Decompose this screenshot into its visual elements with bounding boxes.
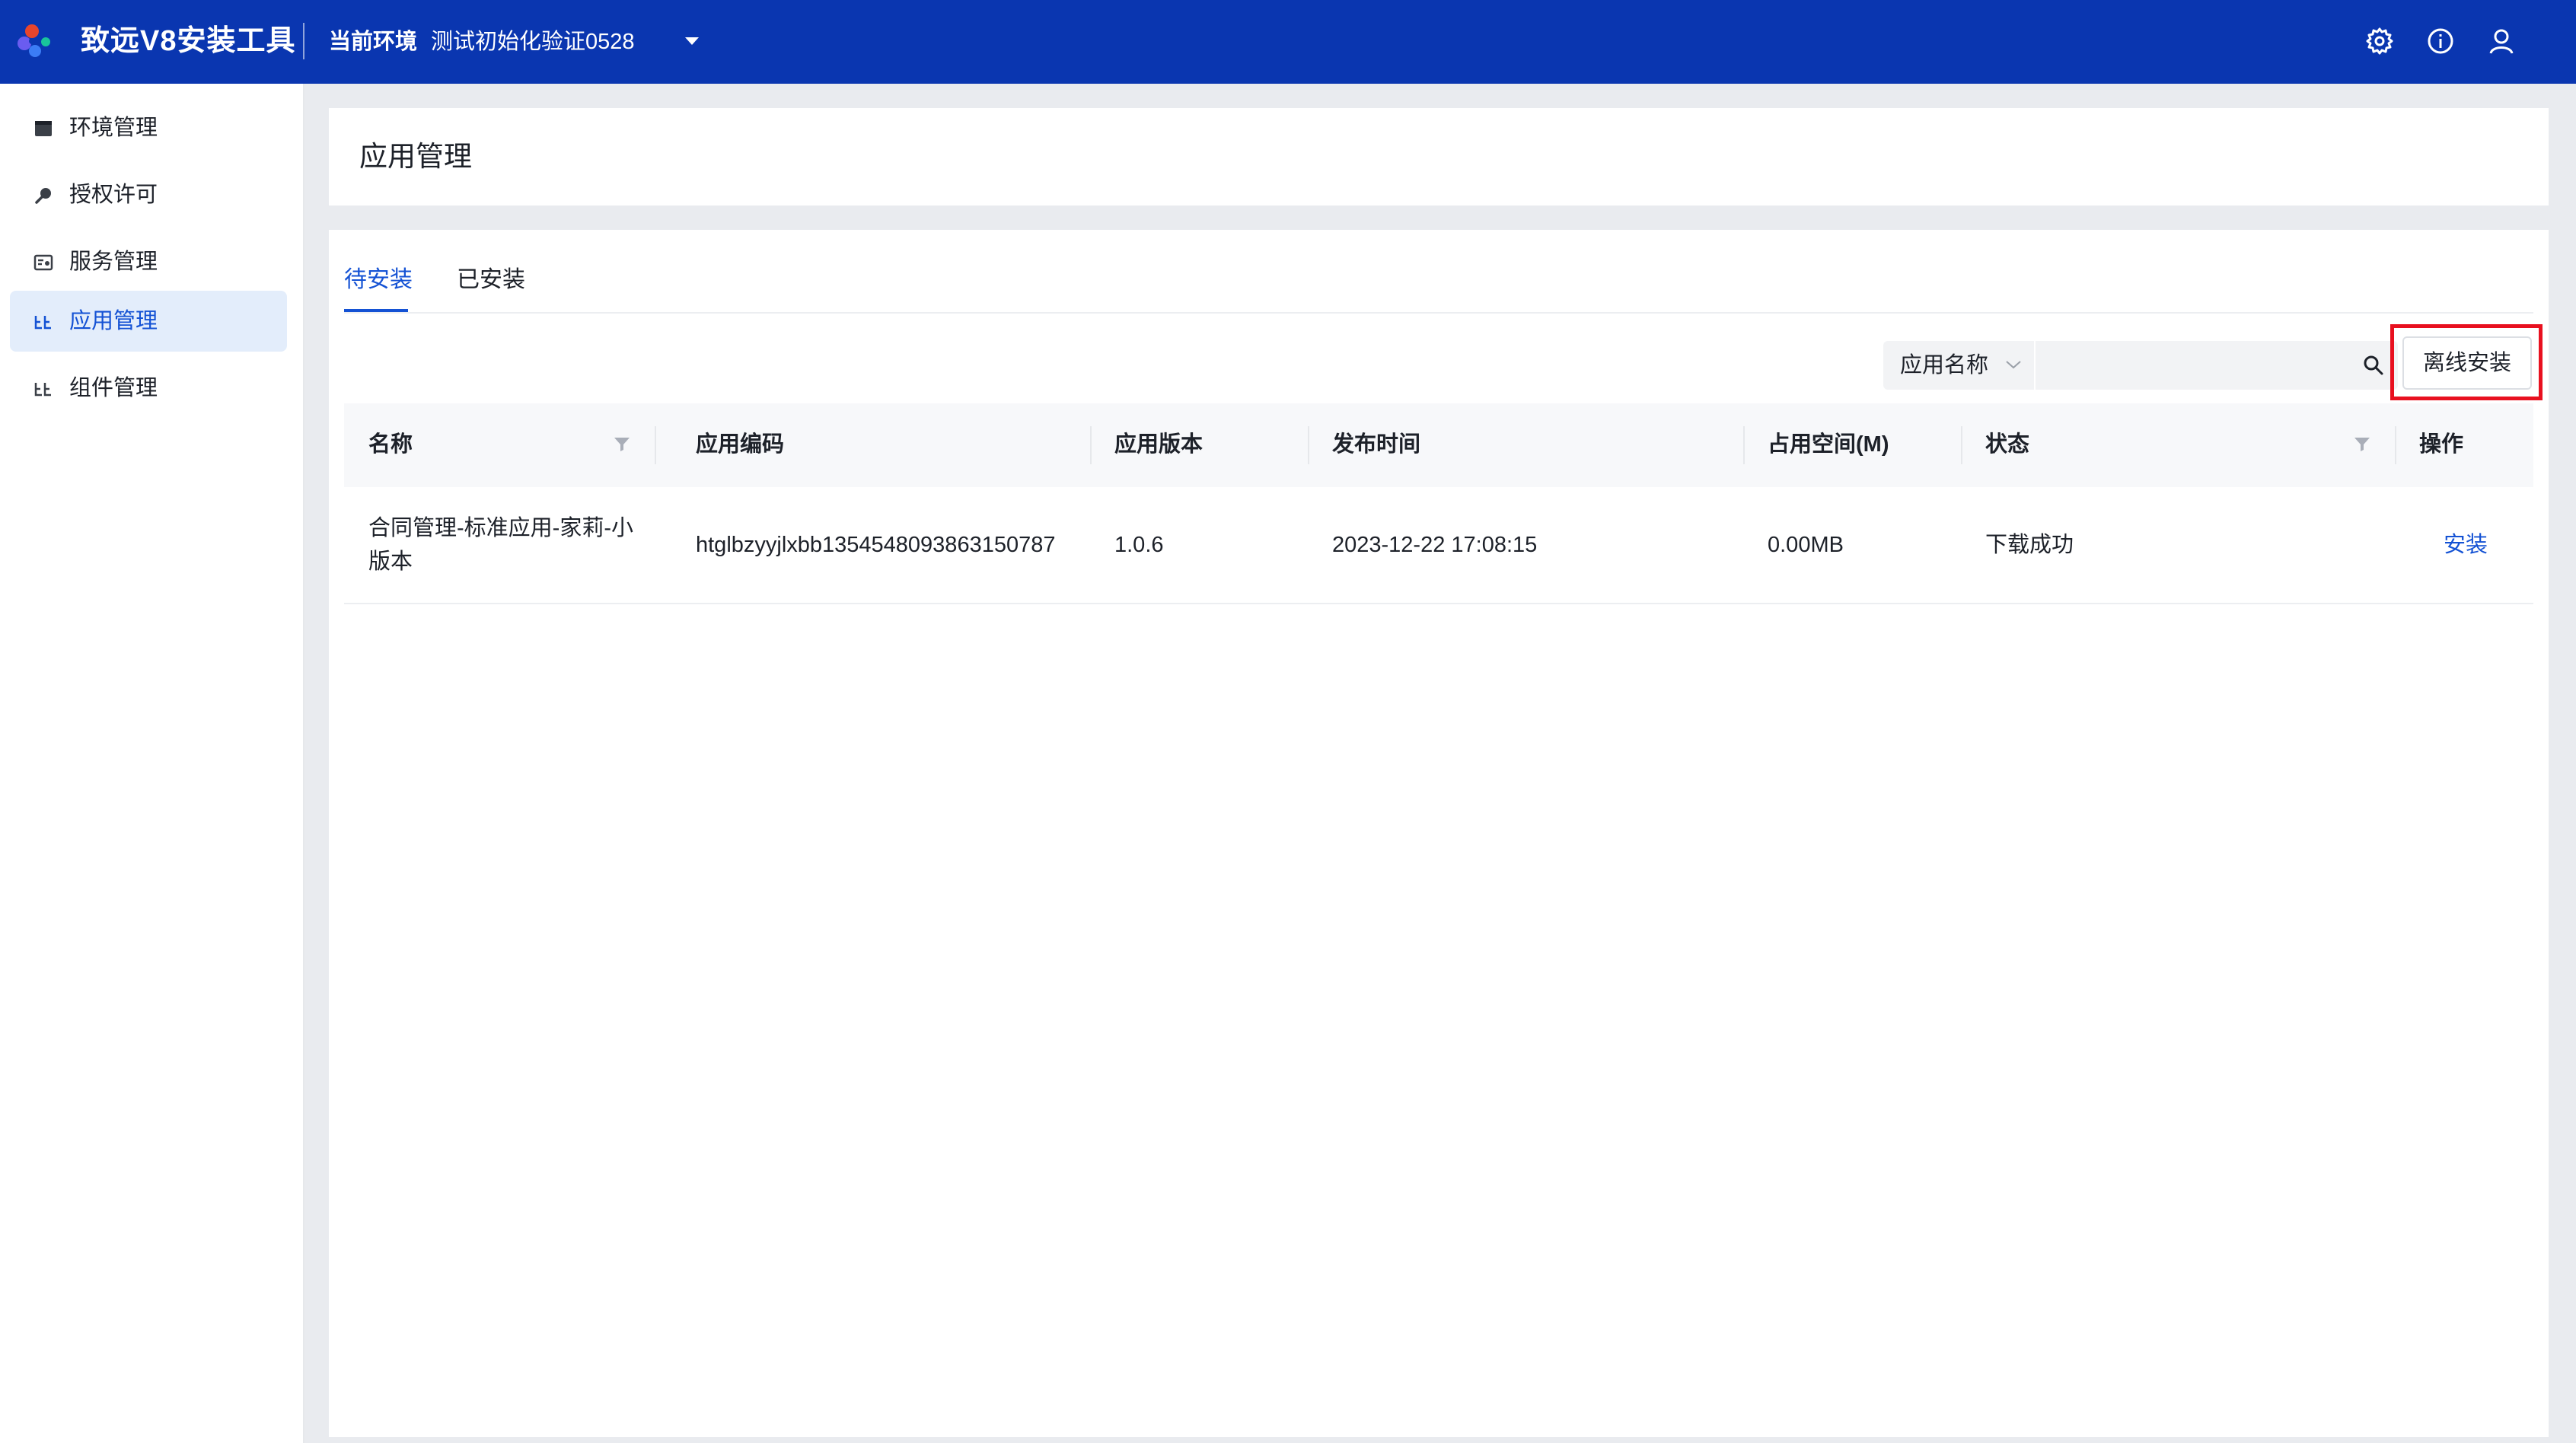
search-field-label: 应用名称 [1900,353,1989,377]
page-header: 应用管理 [329,108,2549,205]
sidebar-item-license[interactable]: 授权许可 [10,164,287,225]
sidebar-item-label: 服务管理 [69,250,158,274]
service-icon [33,254,53,271]
sidebar-item-label: 组件管理 [69,376,158,400]
column-separator [1090,426,1092,464]
cell-version: 1.0.6 [1114,533,1164,557]
table-header: 名称 应用编码 应用版本 发布时间 占用空间(M) 状态 操作 [344,403,2533,487]
cell-release-time: 2023-12-22 17:08:15 [1332,533,1538,557]
search-input[interactable] [2039,347,2351,384]
title-divider [303,23,304,59]
component-icon [34,383,51,397]
sidebar-item-label: 授权许可 [69,183,158,207]
sidebar-item-component[interactable]: 组件管理 [10,358,287,419]
user-icon[interactable] [2486,26,2517,56]
column-header-size: 占用空间(M) [1768,432,1889,457]
column-separator [2395,426,2396,464]
column-header-version: 应用版本 [1114,432,1204,457]
column-separator [655,426,656,464]
chevron-down-icon [2006,361,2021,369]
filter-icon[interactable] [612,434,632,454]
main-content: 待安装 已安装 应用名称 离线安装 名称 应用编码 应用版本 发布时间 占用空间… [329,230,2549,1437]
gear-icon[interactable] [2364,26,2395,56]
environment-icon [35,121,52,136]
column-header-name: 名称 [368,432,413,457]
info-icon[interactable] [2425,26,2456,56]
search-field-select[interactable]: 应用名称 [1883,341,2036,390]
env-selector[interactable]: 测试初始化验证0528 [431,27,635,56]
sidebar: 环境管理 授权许可 服务管理 应用管理 组件管理 [0,84,304,1443]
install-link[interactable]: 安装 [2444,528,2488,562]
column-separator [1743,426,1745,464]
column-header-release-time: 发布时间 [1332,432,1421,457]
tabs-divider [344,312,2533,314]
app-icon [34,316,51,330]
tab-pending-install[interactable]: 待安装 [344,263,413,297]
top-bar: 致远V8安装工具 当前环境 测试初始化验证0528 [0,0,2576,84]
filter-icon[interactable] [2352,434,2372,454]
cell-code: htglbzyyjlxbb1354548093863150787 [696,533,1056,557]
column-separator [1961,426,1962,464]
page-title: 应用管理 [359,141,472,172]
app-title: 致远V8安装工具 [81,25,296,57]
sidebar-item-label: 环境管理 [69,116,158,140]
column-header-status: 状态 [1985,432,2030,457]
column-header-action: 操作 [2419,432,2464,457]
cell-name: 合同管理-标准应用-家莉-小版本 [368,516,633,574]
sidebar-item-label: 应用管理 [69,309,158,333]
license-key-icon [35,188,51,204]
cell-status: 下载成功 [1985,533,2074,557]
app-logo-icon [18,24,50,57]
caret-down-icon[interactable] [684,36,700,46]
env-label: 当前环境 [329,30,418,54]
tab-active-indicator [344,309,408,312]
table-row: 合同管理-标准应用-家莉-小版本 htglbzyyjlxbb1354548093… [344,487,2533,604]
column-separator [1308,426,1309,464]
offline-install-button[interactable]: 离线安装 [2402,336,2532,390]
sidebar-item-app[interactable]: 应用管理 [10,291,287,352]
sidebar-item-environment[interactable]: 环境管理 [10,97,287,158]
tab-installed[interactable]: 已安装 [457,263,525,297]
search-icon[interactable] [2361,353,2386,377]
column-header-code: 应用编码 [696,432,785,457]
cell-size: 0.00MB [1768,533,1844,557]
search-group: 应用名称 [1883,341,2398,390]
sidebar-item-service[interactable]: 服务管理 [10,231,287,292]
